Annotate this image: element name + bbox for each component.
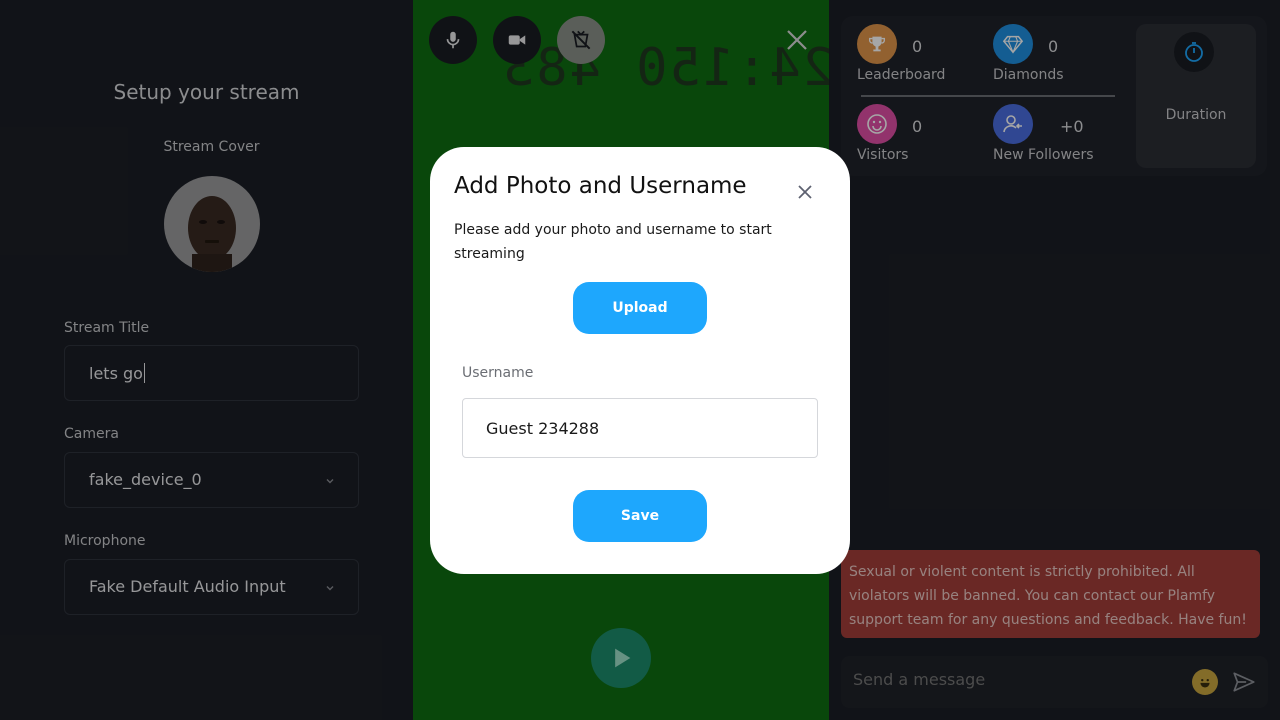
dialog-title: Add Photo and Username bbox=[454, 173, 747, 199]
close-icon[interactable] bbox=[796, 183, 814, 201]
dialog-description: Please add your photo and username to st… bbox=[454, 222, 772, 262]
save-button[interactable]: Save bbox=[573, 490, 707, 542]
username-label: Username bbox=[462, 365, 534, 381]
upload-button[interactable]: Upload bbox=[573, 282, 707, 334]
add-photo-username-dialog: Add Photo and Username Please add your p… bbox=[430, 147, 850, 574]
username-input[interactable] bbox=[462, 398, 818, 458]
